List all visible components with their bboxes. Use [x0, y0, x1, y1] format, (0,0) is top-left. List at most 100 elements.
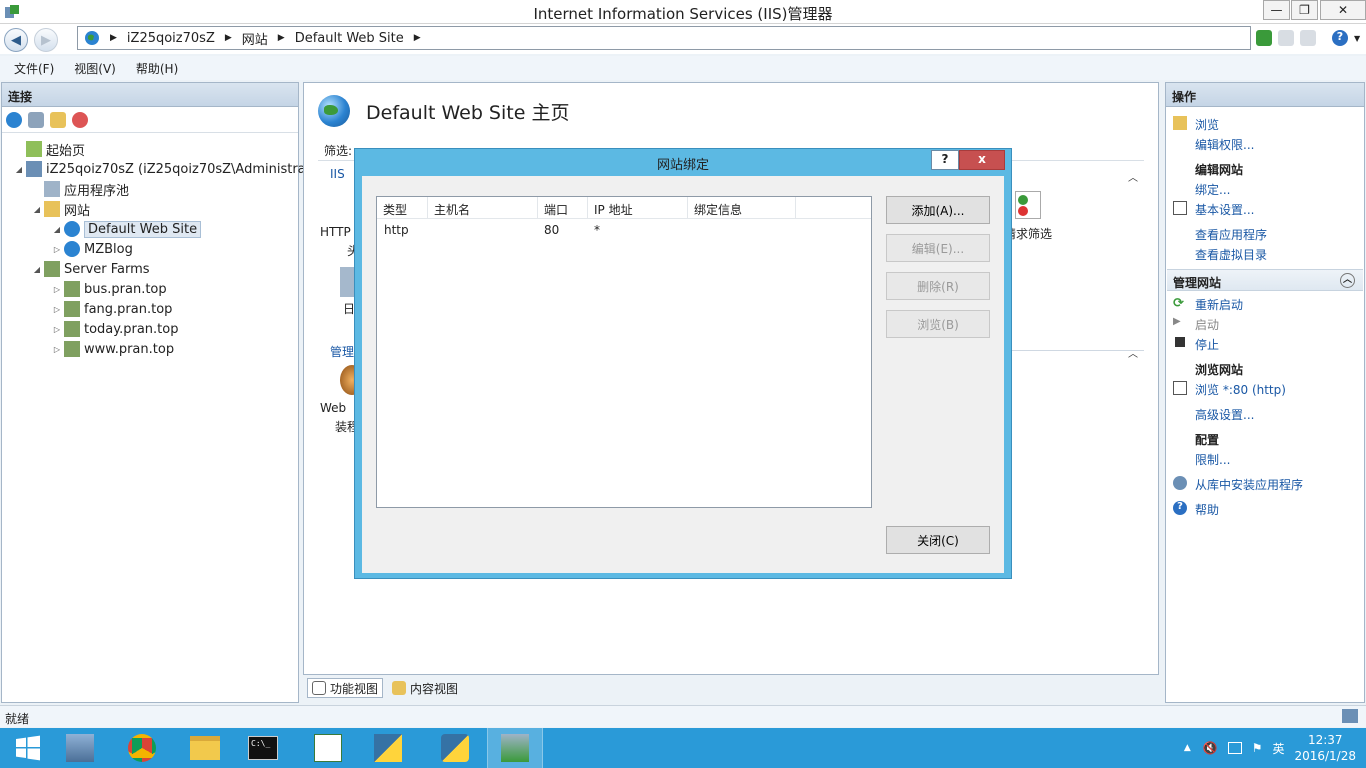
collapsed-icon[interactable]: ▷	[52, 305, 62, 314]
forward-button[interactable]: ▶	[34, 28, 58, 52]
feature-http[interactable]: HTTP	[320, 225, 351, 239]
stop-icon[interactable]	[1278, 30, 1294, 46]
taskbar-python-ide[interactable]	[360, 728, 416, 768]
collapse-section-icon[interactable]: ︿	[1340, 273, 1355, 288]
taskbar-iis-manager[interactable]	[487, 728, 543, 768]
add-binding-button[interactable]: 添加(A)...	[886, 196, 990, 224]
tree-item-start-page[interactable]: 起始页	[14, 139, 85, 159]
expanded-icon[interactable]: ◢	[14, 165, 24, 174]
dialog-help-button[interactable]: ?	[931, 150, 959, 170]
help-icon[interactable]: ?	[1332, 30, 1348, 46]
network-icon[interactable]	[1227, 742, 1242, 754]
manage-site-section[interactable]: 管理网站 ︿	[1167, 269, 1363, 291]
action-view-virtual-dirs[interactable]: 查看虚拟目录	[1195, 246, 1366, 263]
tree-item-farm[interactable]: ▷ bus.pran.top	[52, 279, 167, 299]
action-limits[interactable]: 限制...	[1195, 451, 1366, 468]
browse-folder-icon	[1173, 116, 1187, 130]
menu-view[interactable]: 视图(V)	[74, 60, 116, 77]
refresh-icon[interactable]	[1256, 30, 1272, 46]
section-manage[interactable]: 管理	[330, 343, 354, 360]
taskbar-server-manager[interactable]	[52, 728, 108, 768]
taskbar-cmd[interactable]: C:\_	[235, 728, 291, 768]
address-bar[interactable]: ▶ iZ25qoiz70sZ ▶ 网站 ▶ Default Web Site ▶	[77, 26, 1251, 50]
column-ip[interactable]: IP 地址	[588, 197, 688, 219]
action-basic-settings[interactable]: 基本设置...	[1195, 201, 1366, 218]
globe-icon	[64, 221, 80, 237]
tree-item-sites[interactable]: ◢ 网站	[32, 199, 90, 219]
table-row[interactable]: http 80 *	[377, 220, 871, 240]
clock-date: 2016/1/28	[1294, 749, 1356, 763]
collapsed-icon[interactable]: ▷	[52, 245, 62, 254]
tree-item-farm[interactable]: ▷ www.pran.top	[52, 339, 174, 359]
taskbar-python[interactable]	[427, 728, 483, 768]
column-type[interactable]: 类型	[377, 197, 428, 219]
clock[interactable]: 12:37 2016/1/28	[1294, 732, 1356, 764]
connect-icon[interactable]	[6, 111, 22, 128]
disconnect-icon[interactable]	[72, 111, 88, 128]
collapsed-icon[interactable]: ▷	[52, 285, 62, 294]
minimize-button[interactable]: —	[1263, 0, 1290, 20]
menu-bar: 文件(F) 视图(V) 帮助(H)	[0, 56, 1366, 80]
dialog-close-button[interactable]: x	[959, 150, 1005, 170]
action-explore[interactable]: 浏览	[1195, 116, 1366, 133]
ime-indicator[interactable]: 英	[1272, 740, 1284, 757]
cell-type: http	[384, 223, 409, 237]
tree-item-server-farms[interactable]: ◢ Server Farms	[32, 259, 150, 279]
menu-help[interactable]: 帮助(H)	[136, 60, 178, 77]
close-dialog-button[interactable]: 关闭(C)	[886, 526, 990, 554]
action-bindings[interactable]: 绑定...	[1195, 181, 1366, 198]
tray-expand-icon[interactable]: ▲	[1184, 743, 1191, 753]
home-icon[interactable]	[1300, 30, 1316, 46]
expanded-icon[interactable]: ◢	[52, 225, 62, 234]
sites-folder-icon	[44, 201, 60, 217]
action-edit-permissions[interactable]: 编辑权限...	[1195, 136, 1366, 153]
menu-file[interactable]: 文件(F)	[14, 60, 54, 77]
column-port[interactable]: 端口	[538, 197, 588, 219]
expanded-icon[interactable]: ◢	[32, 205, 42, 214]
action-browse-http[interactable]: 浏览 *:80 (http)	[1195, 381, 1366, 398]
up-folder-icon[interactable]	[50, 111, 66, 128]
tree-item-farm[interactable]: ▷ today.pran.top	[52, 319, 178, 339]
breadcrumb-site[interactable]: Default Web Site	[295, 31, 404, 46]
action-help[interactable]: 帮助	[1195, 501, 1366, 518]
taskbar-explorer[interactable]	[177, 728, 233, 768]
action-view-applications[interactable]: 查看应用程序	[1195, 226, 1366, 243]
expanded-icon[interactable]: ◢	[32, 265, 42, 274]
breadcrumb-server[interactable]: iZ25qoiz70sZ	[127, 31, 215, 46]
column-host[interactable]: 主机名	[428, 197, 538, 219]
back-button[interactable]: ◀	[4, 28, 28, 52]
collapse-manage-icon[interactable]: ︿	[1128, 345, 1138, 360]
actions-panel: 操作 浏览 编辑权限... 编辑网站 绑定... 基本设置... 查看应用程序 …	[1165, 82, 1365, 703]
close-window-button[interactable]: ✕	[1320, 0, 1366, 20]
breadcrumb-sites[interactable]: 网站	[242, 29, 268, 48]
collapse-iis-icon[interactable]: ︿	[1128, 169, 1138, 184]
column-binding-info[interactable]: 绑定信息	[688, 197, 796, 219]
help-dropdown-icon[interactable]: ▼	[1354, 34, 1360, 43]
action-restart[interactable]: 重新启动	[1195, 296, 1366, 313]
tree-item-app-pools[interactable]: 应用程序池	[32, 179, 129, 199]
collapsed-icon[interactable]: ▷	[52, 325, 62, 334]
volume-muted-icon[interactable]: 🔇	[1203, 741, 1218, 755]
command-prompt-icon: C:\_	[248, 736, 278, 760]
collapsed-icon[interactable]: ▷	[52, 345, 62, 354]
maximize-button[interactable]: ❐	[1291, 0, 1318, 20]
taskbar-chrome[interactable]	[114, 728, 170, 768]
action-install-from-gallery[interactable]: 从库中安装应用程序	[1195, 476, 1366, 493]
save-icon[interactable]	[28, 111, 44, 128]
action-advanced-settings[interactable]: 高级设置...	[1195, 406, 1366, 423]
tree-item-mzblog[interactable]: ▷ MZBlog	[52, 239, 133, 259]
taskbar-editor[interactable]	[300, 728, 356, 768]
page-title: Default Web Site 主页	[318, 95, 569, 127]
start-button[interactable]	[0, 728, 56, 768]
tree-item-server[interactable]: ◢ iZ25qoiz70sZ (iZ25qoiz70sZ\Administrat…	[14, 159, 329, 179]
feature-web-platform[interactable]: Web	[320, 401, 346, 415]
section-iis[interactable]: IIS	[330, 167, 345, 181]
tab-content-view[interactable]: 内容视图	[387, 678, 463, 698]
tree-item-farm[interactable]: ▷ fang.pran.top	[52, 299, 172, 319]
action-center-flag-icon[interactable]: ⚑	[1252, 741, 1263, 755]
action-stop[interactable]: 停止	[1195, 336, 1366, 353]
tree-item-default-web-site[interactable]: ◢ Default Web Site	[52, 219, 202, 239]
globe-icon	[64, 241, 80, 257]
tab-features-view[interactable]: 功能视图	[307, 678, 384, 698]
bindings-list[interactable]: 类型 主机名 端口 IP 地址 绑定信息 http 80 *	[376, 196, 872, 508]
